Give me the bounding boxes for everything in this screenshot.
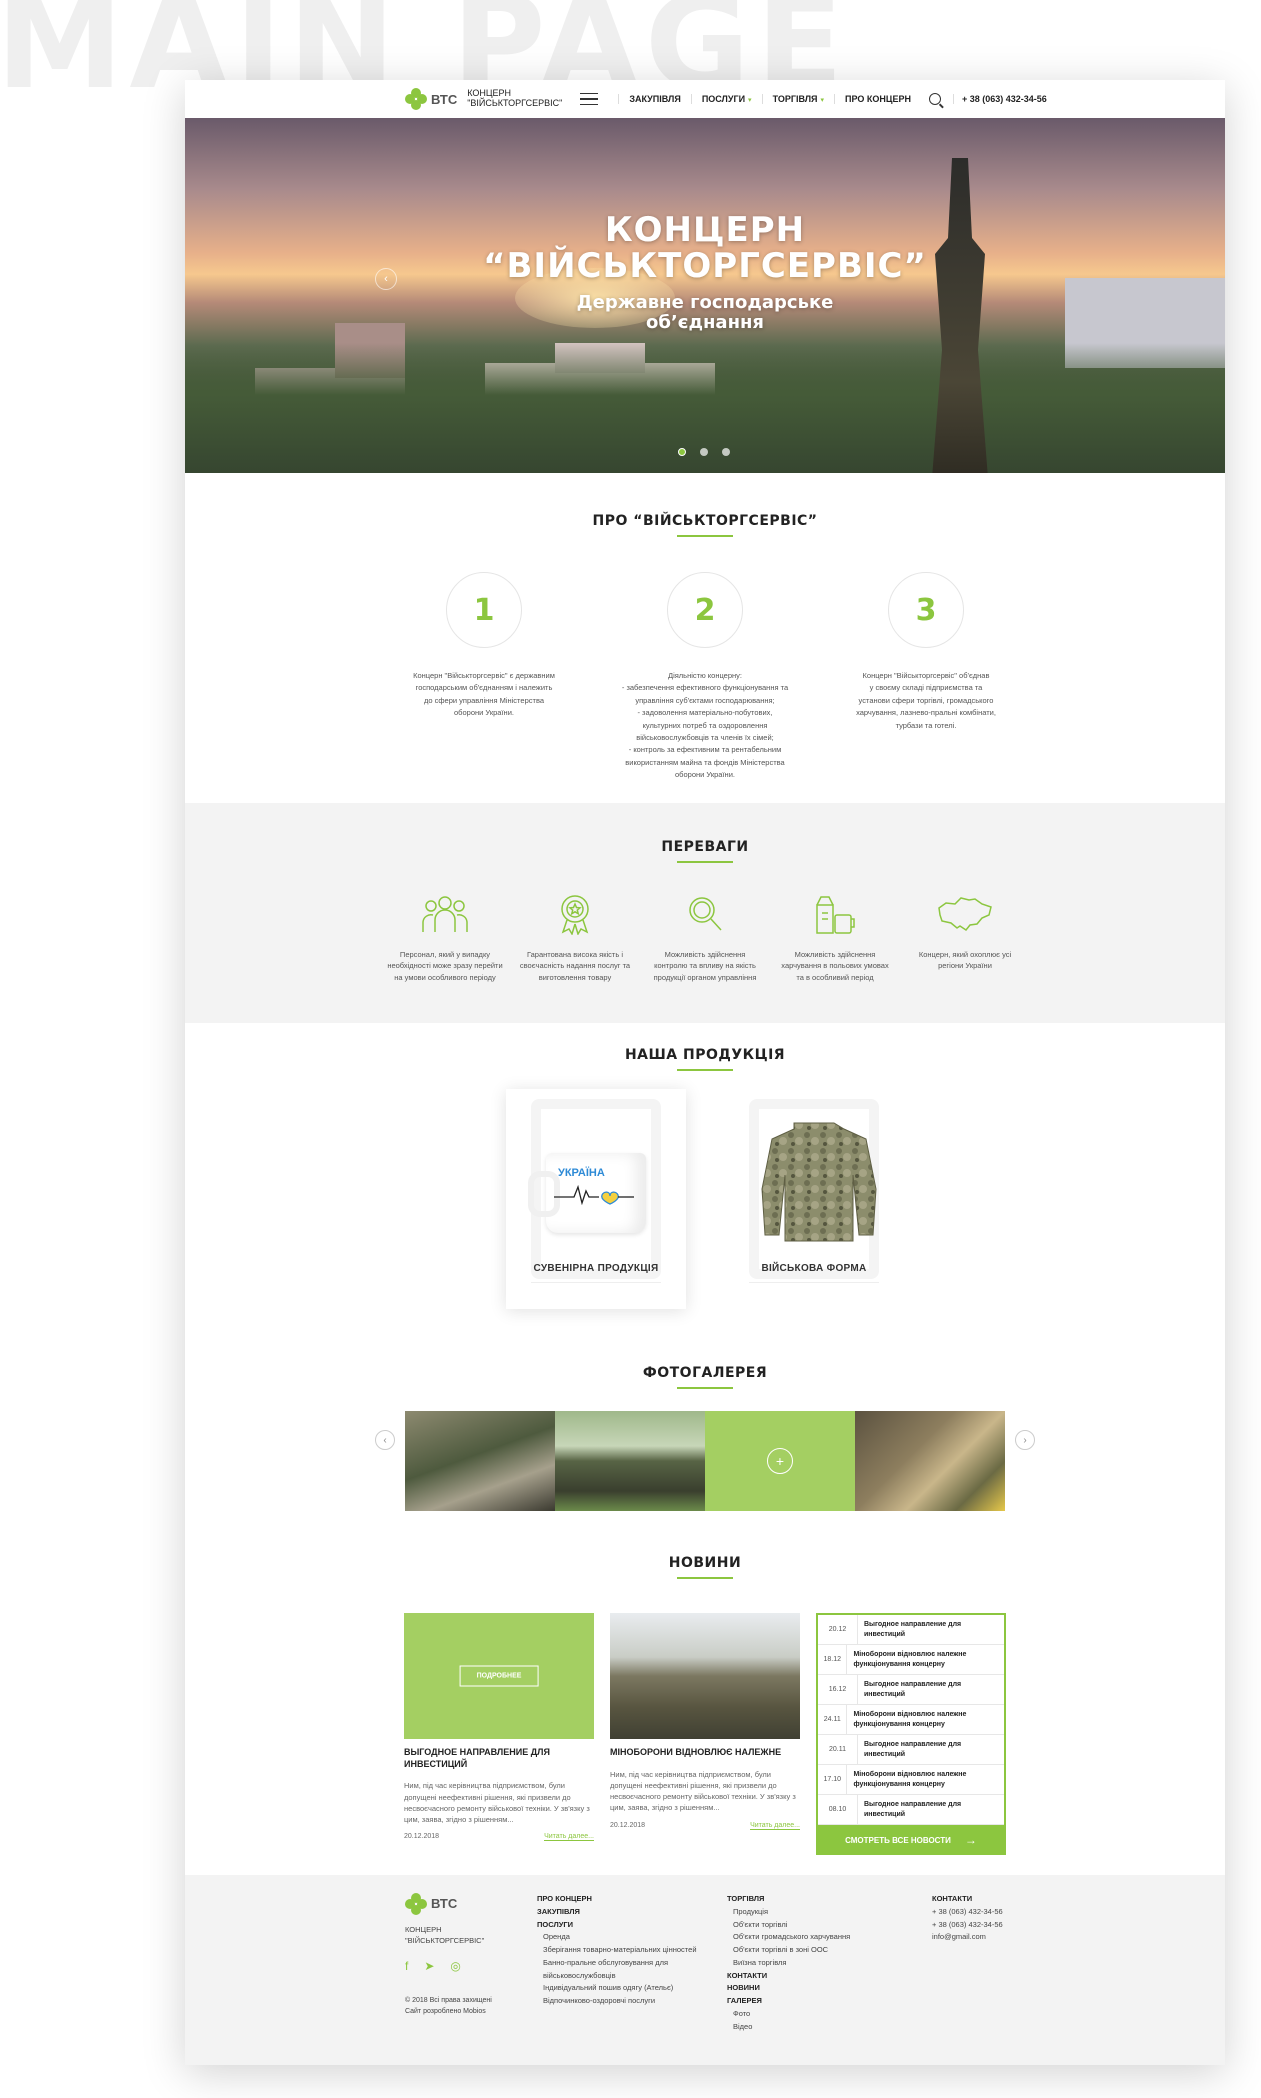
facebook-icon[interactable]: f — [405, 1956, 408, 1976]
slider-dot[interactable] — [700, 448, 708, 456]
news-card[interactable]: МІНОБОРОНИ ВІДНОВЛЮЄ НАЛЕЖНЕ Ним, під ча… — [610, 1613, 800, 1855]
advantages-title: ПЕРЕВАГИ — [185, 839, 1225, 863]
social-links: f ➤ ◎ — [405, 1956, 525, 1976]
main-nav: ЗАКУПІВЛЯ ПОСЛУГИ ▾ ТОРГІВЛЯ ▾ ПРО КОНЦЕРН — [618, 94, 921, 104]
product-card-uniform[interactable]: ВІЙСЬКОВА ФОРМА — [724, 1089, 904, 1309]
footer-col-3: КОНТАКТИ + 38 (063) 432-34-56 + 38 (063)… — [932, 1894, 1003, 1942]
read-more-link[interactable]: Читать далее... — [544, 1833, 594, 1842]
news-list-item[interactable]: 24.11 Міноборони відновлює належне функці… — [818, 1705, 1004, 1735]
hero-title: КОНЦЕРН “ВІЙСЬКТОРГСЕРВІС” — [483, 210, 927, 286]
mug-image: УКРАЇНА — [528, 1153, 646, 1233]
food-icon — [777, 893, 893, 935]
news-list-item[interactable]: 16.12 Выгодное направление для инвестиций — [818, 1675, 1004, 1705]
footer-col-1: ПРО КОНЦЕРН ЗАКУПІВЛЯ ПОСЛУГИ Оренда Збе… — [537, 1894, 697, 2005]
header-phone[interactable]: + 38 (063) 432-34-56 — [952, 94, 1047, 104]
news-list-item[interactable]: 17.10 Міноборони відновлює належне функці… — [818, 1765, 1004, 1795]
about-number: 1 — [446, 572, 522, 648]
about-text: Діяльністю концерну: - забезпечення ефек… — [621, 671, 789, 779]
website-mockup: ВТС КОНЦЕРН "ВІЙСЬКТОРГСЕРВІС" ЗАКУПІВЛЯ… — [185, 80, 1225, 2065]
hero-subtitle: Державне господарське об’єднання — [576, 292, 834, 333]
footer-brand: ВТС КОНЦЕРН "ВІЙСЬКТОРГСЕРВІС" f ➤ ◎ © 2… — [405, 1893, 525, 2065]
zoom-icon[interactable]: + — [767, 1448, 793, 1474]
advantage-item: Можливість здійснення контролю та впливу… — [647, 893, 763, 983]
nav-services[interactable]: ПОСЛУГИ ▾ — [690, 94, 762, 104]
news-list-item[interactable]: 08.10 Выгодное направление для инвестиций — [818, 1795, 1004, 1825]
clover-icon — [405, 1893, 427, 1916]
logo-name: КОНЦЕРН "ВІЙСЬКТОРГСЕРВІС" — [467, 88, 563, 108]
chevron-down-icon: ▾ — [820, 97, 825, 104]
about-item: 3 Концерн "Військторгсервіс" об'єднав у … — [836, 572, 1016, 781]
slider-prev-icon[interactable]: ‹ — [375, 268, 397, 290]
gallery-photo[interactable]: + — [705, 1411, 855, 1511]
site-footer: ВТС КОНЦЕРН "ВІЙСЬКТОРГСЕРВІС" f ➤ ◎ © 2… — [185, 1875, 1225, 2065]
products-title: НАША ПРОДУКЦІЯ — [185, 1047, 1225, 1071]
gallery-section: ФОТОГАЛЕРЕЯ ‹ + › — [185, 1309, 1225, 1511]
about-number: 2 — [667, 572, 743, 648]
gallery-next-icon[interactable]: › — [1015, 1430, 1035, 1450]
magnifier-icon — [647, 893, 763, 935]
news-date: 20.12.2018 — [404, 1833, 440, 1841]
nav-about[interactable]: ПРО КОНЦЕРН — [834, 94, 921, 104]
all-news-button[interactable]: СМОТРЕТЬ ВСЕ НОВОСТИ → — [816, 1825, 1006, 1855]
slider-dots — [678, 448, 730, 456]
advantage-item: Гарантована висока якість і своєчасність… — [517, 893, 633, 983]
gallery-photo[interactable] — [405, 1411, 555, 1511]
slider-dot[interactable] — [678, 448, 686, 456]
product-card-souvenir[interactable]: УКРАЇНА СУВЕНІРНА ПРОДУКЦІЯ — [506, 1089, 686, 1309]
nav-purchases[interactable]: ЗАКУПІВЛЯ — [618, 94, 690, 104]
arrow-right-icon: → — [964, 1833, 977, 1847]
news-image: ПОДРОБНЕЕ — [404, 1613, 594, 1739]
news-list-item[interactable]: 20.11 Выгодное направление для инвестиций — [818, 1735, 1004, 1765]
clover-icon — [405, 88, 427, 110]
more-button[interactable]: ПОДРОБНЕЕ — [459, 1665, 539, 1687]
news-section: НОВИНИ ПОДРОБНЕЕ ВЫГОДНОЕ НАПРАВЛЕНИЕ ДЛ… — [185, 1511, 1225, 1855]
advantages-section: ПЕРЕВАГИ Персонал, який у випадку необхі… — [185, 803, 1225, 1023]
badge-icon — [517, 893, 633, 935]
people-icon — [387, 893, 503, 935]
about-text: Концерн "Військторгсервіс" об'єднав у св… — [856, 671, 996, 730]
slider-dot[interactable] — [722, 448, 730, 456]
search-icon[interactable] — [928, 93, 941, 105]
news-list: 20.12 Выгодное направление для инвестиций… — [816, 1613, 1006, 1825]
hero-slider: КОНЦЕРН “ВІЙСЬКТОРГСЕРВІС” Державне госп… — [185, 118, 1225, 473]
about-number: 3 — [888, 572, 964, 648]
about-item: 2 Діяльністю концерну: - забезпечення еф… — [600, 572, 810, 781]
news-list-wrap: 20.12 Выгодное направление для инвестиций… — [816, 1613, 1006, 1855]
uniform-image — [761, 1122, 877, 1242]
advantage-item: Можливість здійснення харчування в польо… — [777, 893, 893, 983]
ukraine-map-icon — [907, 893, 1023, 935]
menu-icon[interactable] — [580, 92, 599, 106]
read-more-link[interactable]: Читать далее... — [750, 1822, 800, 1830]
gallery-photo[interactable] — [555, 1411, 705, 1511]
advantage-item: Концерн, який охоплює усі регіони Україн… — [907, 893, 1023, 983]
advantage-item: Персонал, який у випадку необхідності мо… — [387, 893, 503, 983]
gallery-title: ФОТОГАЛЕРЕЯ — [185, 1365, 1225, 1389]
product-label: ВІЙСЬКОВА ФОРМА — [761, 1263, 867, 1274]
news-list-item[interactable]: 18.12 Міноборони відновлює належне функці… — [818, 1645, 1004, 1675]
logo-abbr: ВТС — [431, 91, 458, 107]
product-label: СУВЕНІРНА ПРОДУКЦІЯ — [533, 1263, 659, 1274]
instagram-icon[interactable]: ◎ — [450, 1956, 460, 1976]
news-image — [610, 1613, 800, 1739]
about-title: ПРО “ВІЙСЬКТОРГСЕРВІС” — [185, 513, 1225, 537]
news-date: 20.12.2018 — [610, 1821, 646, 1829]
gallery-prev-icon[interactable]: ‹ — [375, 1430, 395, 1450]
footer-col-2: ТОРГІВЛЯ Продукція Об'єкти торгівлі Об'є… — [727, 1894, 851, 2031]
about-section: ПРО “ВІЙСЬКТОРГСЕРВІС” 1 Концерн "Військ… — [185, 473, 1225, 803]
news-list-item[interactable]: 20.12 Выгодное направление для инвестиций — [818, 1615, 1004, 1645]
products-section: НАША ПРОДУКЦІЯ УКРАЇНА СУВЕНІРНА ПРОДУКЦ… — [185, 1023, 1225, 1309]
about-item: 1 Концерн "Військторгсервіс" є державним… — [394, 572, 574, 781]
footer-logo[interactable]: ВТС — [405, 1893, 525, 1916]
nav-trade[interactable]: ТОРГІВЛЯ ▾ — [761, 94, 834, 104]
news-title: НОВИНИ — [185, 1555, 1225, 1579]
about-text: Концерн "Військторгсервіс" є державним г… — [413, 671, 555, 718]
logo[interactable]: ВТС КОНЦЕРН "ВІЙСЬКТОРГСЕРВІС" — [405, 88, 562, 110]
chevron-down-icon: ▾ — [748, 97, 752, 104]
site-header: ВТС КОНЦЕРН "ВІЙСЬКТОРГСЕРВІС" ЗАКУПІВЛЯ… — [185, 80, 1225, 118]
news-card[interactable]: ПОДРОБНЕЕ ВЫГОДНОЕ НАПРАВЛЕНИЕ ДЛЯ ИНВЕС… — [404, 1613, 594, 1855]
gallery-photo[interactable] — [855, 1411, 1005, 1511]
telegram-icon[interactable]: ➤ — [424, 1956, 434, 1976]
